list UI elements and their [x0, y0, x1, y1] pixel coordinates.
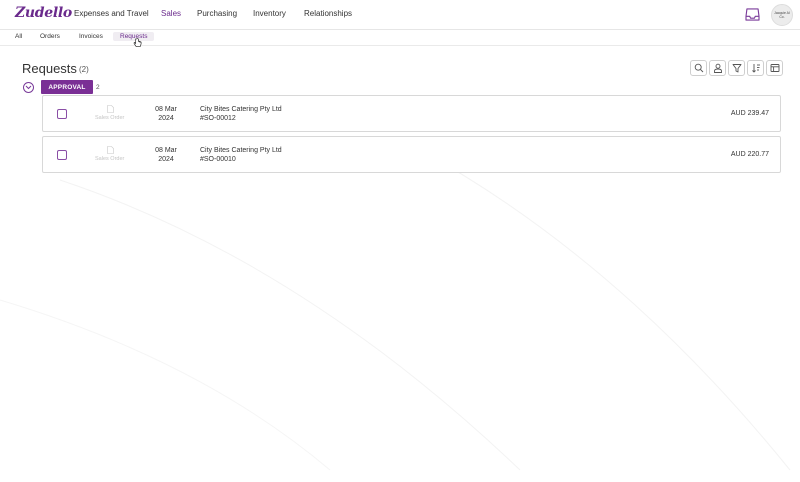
search-button[interactable]: [690, 60, 707, 76]
nav-expenses-and-travel[interactable]: Expenses and Travel: [74, 9, 149, 18]
sub-tabs: All Orders Invoices Requests: [0, 30, 800, 46]
chevron-down-icon: [25, 85, 32, 90]
list-item[interactable]: Sales Order 08 Mar 2024 City Bites Cater…: [42, 136, 781, 173]
tab-all[interactable]: All: [15, 33, 22, 40]
columns-button[interactable]: [766, 60, 783, 76]
document-date: 08 Mar 2024: [153, 146, 179, 164]
filter-icon: [732, 64, 741, 73]
assignee-button[interactable]: [709, 60, 726, 76]
row-checkbox[interactable]: [57, 150, 67, 160]
document-amount: AUD 239.47: [730, 110, 769, 117]
document-icon: [107, 146, 114, 154]
list-toolbar: [690, 60, 783, 76]
inbox-icon[interactable]: [745, 8, 760, 21]
nav-purchasing[interactable]: Purchasing: [197, 9, 237, 18]
date-day-month: 08 Mar: [155, 106, 177, 113]
nav-inventory[interactable]: Inventory: [253, 9, 286, 18]
nav-relationships[interactable]: Relationships: [304, 9, 352, 18]
document-amount: AUD 220.77: [730, 151, 769, 158]
tab-invoices[interactable]: Invoices: [79, 33, 103, 40]
sort-button[interactable]: [747, 60, 764, 76]
group-badge-approval: APPROVAL: [41, 80, 93, 94]
date-year: 2024: [158, 115, 174, 122]
background-decoration: [0, 149, 791, 471]
page-title: Requests: [22, 61, 77, 76]
party-info: City Bites Catering Pty Ltd #SO-00012: [200, 105, 282, 123]
user-avatar[interactable]: Jacquie AI Co.: [771, 4, 793, 26]
document-icon: [107, 105, 114, 113]
user-icon: [713, 63, 722, 73]
hand-cursor-icon: [133, 38, 142, 47]
columns-icon: [770, 64, 779, 72]
party-name: City Bites Catering Pty Ltd: [200, 147, 282, 154]
group-count: 2: [96, 84, 100, 91]
document-number: #SO-00012: [200, 115, 236, 122]
filter-button[interactable]: [728, 60, 745, 76]
avatar-text-line2: Co.: [779, 15, 785, 19]
document-date: 08 Mar 2024: [153, 105, 179, 123]
sort-icon: [751, 64, 760, 73]
date-year: 2024: [158, 156, 174, 163]
group-collapse-toggle[interactable]: [23, 82, 34, 93]
nav-sales[interactable]: Sales: [161, 9, 181, 18]
document-type: Sales Order: [95, 156, 125, 162]
row-checkbox[interactable]: [57, 109, 67, 119]
zudello-logo[interactable]: Zudello: [15, 5, 72, 21]
tab-orders[interactable]: Orders: [40, 33, 60, 40]
party-info: City Bites Catering Pty Ltd #SO-00010: [200, 146, 282, 164]
list-item[interactable]: Sales Order 08 Mar 2024 City Bites Cater…: [42, 95, 781, 132]
document-number: #SO-00010: [200, 156, 236, 163]
party-name: City Bites Catering Pty Ltd: [200, 106, 282, 113]
top-navigation-bar: Zudello Expenses and Travel Sales Purcha…: [0, 0, 800, 30]
search-icon: [694, 63, 703, 73]
page-count: (2): [79, 65, 89, 74]
date-day-month: 08 Mar: [155, 147, 177, 154]
document-type: Sales Order: [95, 115, 125, 121]
